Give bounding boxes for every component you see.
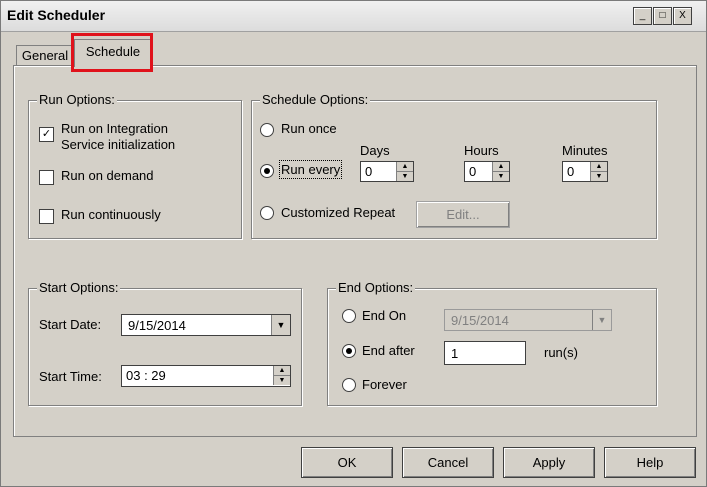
- days-spin-arrows[interactable]: ▲ ▼: [396, 162, 413, 181]
- end-on-label: End On: [362, 308, 407, 323]
- hours-label: Hours: [464, 143, 499, 158]
- run-on-demand-label: Run on demand: [61, 168, 154, 183]
- run-once-label: Run once: [281, 121, 337, 136]
- edit-scheduler-dialog: Edit Scheduler _ □ X General Schedule Ru…: [0, 0, 707, 487]
- spin-up-icon: ▲: [493, 162, 509, 172]
- hours-spin-arrows[interactable]: ▲ ▼: [492, 162, 509, 181]
- end-on-date-picker[interactable]: 9/15/2014 ▼: [444, 309, 612, 331]
- run-options-legend: Run Options:: [37, 92, 117, 107]
- minimize-button[interactable]: _: [633, 7, 652, 25]
- days-label: Days: [360, 143, 390, 158]
- minutes-spin-arrows[interactable]: ▲ ▼: [590, 162, 607, 181]
- highlight-box: [71, 33, 153, 72]
- customized-repeat-radio[interactable]: [260, 206, 274, 220]
- schedule-options-group: Schedule Options: Run once Days Hours Mi…: [251, 92, 657, 239]
- spin-up-icon: ▲: [274, 366, 290, 376]
- minutes-spinner[interactable]: 0 ▲ ▼: [562, 161, 608, 182]
- help-button[interactable]: Help: [604, 447, 696, 478]
- spin-up-icon: ▲: [591, 162, 607, 172]
- customized-repeat-label: Customized Repeat: [281, 205, 396, 220]
- schedule-tab-panel: Run Options: ✓ Run on Integration Servic…: [13, 65, 697, 437]
- start-time-label: Start Time:: [39, 369, 102, 384]
- ok-button[interactable]: OK: [301, 447, 393, 478]
- run-options-group: Run Options: ✓ Run on Integration Servic…: [28, 92, 242, 239]
- end-after-radio[interactable]: [342, 344, 356, 358]
- spin-down-icon: ▼: [595, 173, 603, 180]
- run-on-demand-checkbox[interactable]: [39, 170, 54, 185]
- end-after-label: End after: [362, 343, 415, 358]
- start-date-value: 9/15/2014: [128, 318, 186, 333]
- start-time-picker[interactable]: 03 : 29 ▲ ▼: [121, 365, 291, 387]
- end-after-input[interactable]: 1: [444, 341, 526, 365]
- run-on-integration-label-1: Run on Integration: [61, 121, 168, 136]
- tab-general[interactable]: General: [16, 45, 74, 66]
- end-on-radio[interactable]: [342, 309, 356, 323]
- spin-down-icon: ▼: [497, 173, 505, 180]
- apply-button[interactable]: Apply: [503, 447, 595, 478]
- spin-up-icon: ▲: [397, 162, 413, 172]
- run-every-radio[interactable]: [260, 164, 274, 178]
- title-bar: Edit Scheduler _ □ X: [1, 1, 706, 32]
- days-spinner[interactable]: 0 ▲ ▼: [360, 161, 414, 182]
- forever-radio[interactable]: [342, 378, 356, 392]
- end-options-group: End Options: End On 9/15/2014 ▼ End afte…: [327, 280, 657, 406]
- run-once-radio[interactable]: [260, 123, 274, 137]
- maximize-button[interactable]: □: [653, 7, 672, 25]
- window-title: Edit Scheduler: [7, 7, 106, 23]
- forever-label: Forever: [362, 377, 407, 392]
- chevron-down-icon[interactable]: ▼: [271, 315, 290, 335]
- run-on-integration-checkbox[interactable]: ✓: [39, 127, 54, 142]
- end-on-date-value: 9/15/2014: [451, 313, 509, 328]
- run-on-integration-label-2: Service initialization: [61, 137, 176, 152]
- end-after-value: 1: [451, 346, 459, 361]
- minutes-label: Minutes: [562, 143, 608, 158]
- start-options-group: Start Options: Start Date: 9/15/2014 ▼ S…: [28, 280, 302, 406]
- hours-spinner[interactable]: 0 ▲ ▼: [464, 161, 510, 182]
- start-date-picker[interactable]: 9/15/2014 ▼: [121, 314, 291, 336]
- schedule-options-legend: Schedule Options:: [260, 92, 371, 107]
- end-options-legend: End Options:: [336, 280, 416, 295]
- chevron-down-icon[interactable]: ▼: [592, 310, 611, 330]
- spin-down-icon: ▼: [401, 173, 409, 180]
- run-continuously-label: Run continuously: [61, 207, 161, 222]
- start-time-spin-arrows[interactable]: ▲ ▼: [273, 366, 290, 385]
- cancel-button[interactable]: Cancel: [402, 447, 494, 478]
- run-continuously-checkbox[interactable]: [39, 209, 54, 224]
- edit-button[interactable]: Edit...: [416, 201, 510, 228]
- runs-label: run(s): [544, 345, 578, 360]
- start-time-value: 03 : 29: [126, 368, 166, 383]
- run-every-label: Run every: [278, 160, 343, 179]
- minutes-value: 0: [567, 164, 575, 179]
- days-value: 0: [365, 164, 373, 179]
- close-button[interactable]: X: [673, 7, 692, 25]
- start-options-legend: Start Options:: [37, 280, 121, 295]
- hours-value: 0: [469, 164, 477, 179]
- start-date-label: Start Date:: [39, 317, 102, 332]
- spin-down-icon: ▼: [278, 377, 286, 384]
